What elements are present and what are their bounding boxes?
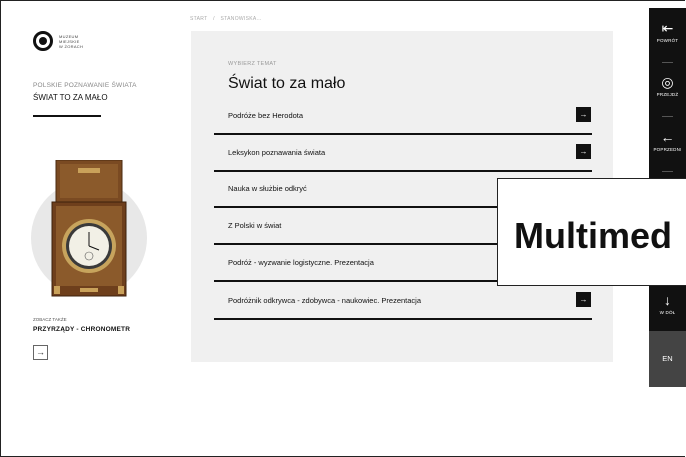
arrow-down-icon: ↓ xyxy=(664,292,671,308)
previous-label: POPRZEDNI xyxy=(653,147,682,152)
logo-icon xyxy=(33,31,53,51)
nav-divider xyxy=(662,62,673,63)
panel-label: WYBIERZ TEMAT xyxy=(228,61,277,67)
topic-label: Podróże bez Herodota xyxy=(228,111,304,120)
topic-item[interactable]: Podróże bez Herodota → xyxy=(214,99,592,135)
overlay-title: Multimed xyxy=(514,215,672,256)
nav-divider xyxy=(662,116,673,117)
see-also-label: ZOBACZ TAKŻE xyxy=(33,317,67,322)
back-button[interactable]: ⇤ POWRÓT xyxy=(649,20,686,43)
breadcrumb: START / STANOWISKA... xyxy=(190,16,266,22)
compass-icon: ◎ xyxy=(661,74,674,90)
topic-label: Podróżnik odkrywca - zdobywca - naukowie… xyxy=(228,296,422,305)
scroll-down-button[interactable]: ↓ W DÓŁ xyxy=(649,292,686,315)
panel-title: Świat to za mało xyxy=(228,75,346,92)
museum-logo[interactable]: MUZEUM MIEJSKIE W ŻORACH xyxy=(33,31,83,51)
topic-label: Z Polski w świat xyxy=(228,221,282,230)
nav-divider xyxy=(662,171,673,172)
go-to-label: PRZEJDŹ xyxy=(656,92,679,97)
topic-label: Leksykon poznawania świata xyxy=(228,148,326,157)
breadcrumb-separator: / xyxy=(213,16,215,22)
multimedia-overlay[interactable]: Multimed xyxy=(497,178,686,286)
arrow-left-icon: ← xyxy=(660,129,675,145)
scroll-down-label: W DÓŁ xyxy=(659,310,676,315)
previous-button[interactable]: ← POPRZEDNI xyxy=(649,129,686,152)
logo-line: W ŻORACH xyxy=(59,43,84,49)
section-divider xyxy=(33,115,101,117)
arrow-right-icon[interactable]: → xyxy=(576,144,591,159)
section-label: POLSKIE POZNAWANIE ŚWIATA xyxy=(33,82,137,89)
arrow-right-icon[interactable]: → xyxy=(576,107,591,122)
exit-icon: ⇤ xyxy=(661,20,674,36)
logo-line: MIEJSKIE xyxy=(59,38,80,44)
back-label: POWRÓT xyxy=(656,38,679,43)
see-also-title[interactable]: PRZYRZĄDY - CHRONOMETR xyxy=(33,326,130,333)
topic-label: Podróż - wyzwanie logistyczne. Prezentac… xyxy=(228,258,374,267)
topic-item[interactable]: Leksykon poznawania świata → xyxy=(214,136,592,172)
topic-label: Nauka w służbie odkryć xyxy=(228,184,307,193)
section-title: ŚWIAT TO ZA MAŁO xyxy=(33,93,108,102)
go-to-button[interactable]: ◎ PRZEJDŹ xyxy=(649,74,686,97)
see-also-button[interactable]: → xyxy=(33,345,48,360)
chronometer-image xyxy=(51,160,127,297)
topic-item[interactable]: Podróżnik odkrywca - zdobywca - naukowie… xyxy=(214,284,592,320)
logo-text: MUZEUM MIEJSKIE W ŻORACH xyxy=(59,34,83,49)
breadcrumb-start[interactable]: START xyxy=(190,16,207,22)
language-switch-button[interactable]: EN xyxy=(649,331,686,387)
breadcrumb-stations[interactable]: STANOWISKA... xyxy=(221,16,262,22)
arrow-right-icon[interactable]: → xyxy=(576,292,591,307)
